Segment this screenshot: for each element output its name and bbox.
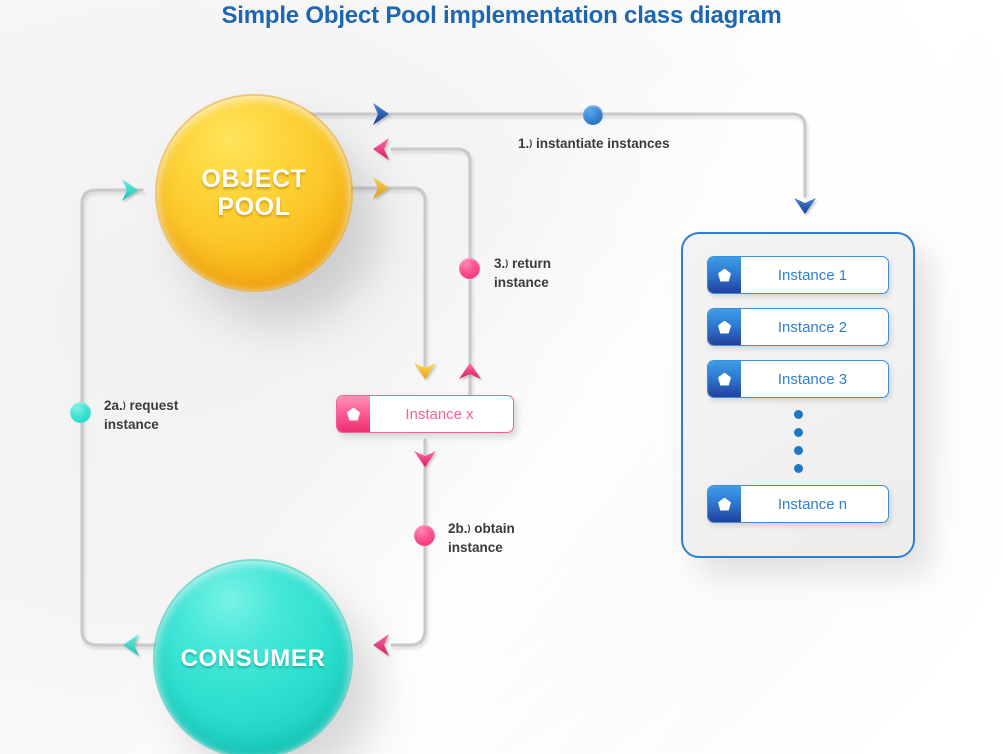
object-pool-label: OBJECT POOL [201,165,306,221]
diagram-canvas: Simple Object Pool implementation class … [0,0,1003,754]
step-2a-dot [70,402,91,423]
instance-label: Instance 2 [777,318,848,336]
ellipsis-dot [793,428,803,437]
ellipsis-dot [793,464,803,473]
step-1-number: 1. [518,136,530,151]
list-item[interactable]: Instance n [707,485,889,523]
wire-pool-to-instancex [338,186,427,374]
step-3-line2: instance [494,275,549,291]
step-1-text: instantiate instances [536,136,670,151]
instance-label: Instance 1 [777,266,848,284]
step-2b-label: 2b.) obtain instance [448,519,515,557]
instances-panel: Instance 1 Instance 2 Instance 3 Instanc… [681,232,915,558]
step-2a-number: 2a. [104,398,123,413]
step-1-label: 1.) instantiate instances [518,134,670,153]
step-2b-number: 2b. [448,521,468,536]
instance-label: Instance 3 [777,370,848,388]
pentagon-icon [337,396,370,432]
step-3-dot [459,258,480,279]
consumer-node[interactable]: CONSUMER [155,561,351,754]
step-2b-paren: ) [467,523,471,533]
list-item[interactable]: Instance 2 [707,308,889,346]
instances-list: Instance 1 Instance 2 Instance 3 Instanc… [683,234,913,556]
step-2b-line1: obtain [474,521,515,536]
instance-x-box[interactable]: Instance x [336,395,514,433]
pentagon-icon [708,257,741,293]
list-item[interactable]: Instance 1 [707,256,889,294]
list-item[interactable]: Instance 3 [707,360,889,398]
instance-x-label: Instance x [405,405,474,423]
instance-label: Instance n [777,495,848,513]
step-2a-paren: ) [122,400,126,410]
vertical-ellipsis [707,410,889,473]
object-pool-node[interactable]: OBJECT POOL [157,96,351,290]
pentagon-icon [708,361,741,397]
wire-instantiate [298,112,807,198]
step-1-dot [583,105,603,125]
pentagon-icon [708,486,741,522]
object-pool-label-line2: POOL [217,193,291,221]
step-3-line1: return [512,256,552,271]
step-3-label: 3.) return instance [494,254,551,292]
step-2a-line2: instance [104,417,159,433]
step-2a-label: 2a.) request instance [104,396,178,434]
step-2a-line1: request [129,398,179,413]
consumer-label: CONSUMER [180,644,326,672]
step-2b-line2: instance [448,540,503,556]
pentagon-icon [708,309,741,345]
ellipsis-dot [793,410,803,419]
object-pool-label-line1: OBJECT [201,165,307,193]
step-2b-dot [414,525,435,546]
step-3-number: 3. [494,256,506,271]
ellipsis-dot [793,446,803,455]
step-1-paren: ) [529,138,533,148]
step-3-paren: ) [505,258,509,268]
